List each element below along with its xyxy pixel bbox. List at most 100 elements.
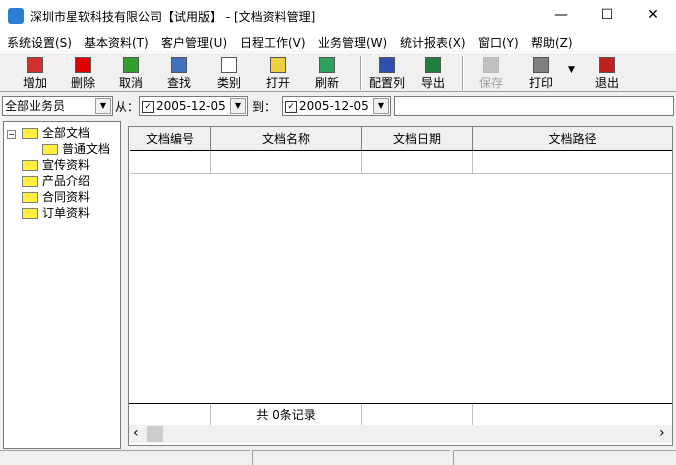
column-header-path[interactable]: 文档路径: [473, 127, 672, 151]
tree-label: 订单资料: [42, 206, 91, 220]
to-date-picker[interactable]: ✓ 2005-12-05 ▼: [282, 96, 391, 116]
toolbar-button-exit-door[interactable]: 退出: [584, 55, 630, 91]
collapse-icon[interactable]: −: [7, 130, 16, 139]
tree-label: 普通文档: [62, 142, 111, 156]
footer-cell: [362, 404, 473, 427]
to-date-value: 2005-12-05: [299, 99, 369, 113]
grid-cell[interactable]: [211, 151, 362, 174]
toolbar-button-category-tree[interactable]: 类别: [206, 55, 252, 91]
toolbar-label: 删除: [70, 76, 95, 90]
window-title: 深圳市星软科技有限公司【试用版】 - [文档资料管理]: [30, 10, 316, 24]
menu-customer[interactable]: 客户管理(U): [161, 34, 227, 51]
menu-basic[interactable]: 基本资料(T): [84, 34, 149, 51]
toolbar-button-refresh[interactable]: 刷新: [304, 55, 350, 91]
staff-select[interactable]: 全部业务员 ▼: [2, 96, 113, 116]
from-date-value: 2005-12-05: [156, 99, 226, 113]
title-bar: 深圳市星软科技有限公司【试用版】 - [文档资料管理] — ☐ ✕: [0, 0, 676, 31]
print-dropdown-icon[interactable]: ▼: [568, 65, 575, 75]
from-date-checkbox[interactable]: ✓: [142, 100, 154, 113]
grid-cell[interactable]: [362, 151, 473, 174]
toolbar-button-delete-x[interactable]: 删除: [60, 55, 106, 91]
menu-help[interactable]: 帮助(Z): [531, 34, 573, 51]
tree-label: 合同资料: [42, 190, 91, 204]
record-count: 共 0条记录: [211, 404, 362, 427]
tree-label: 宣传资料: [42, 158, 91, 172]
search-input[interactable]: [394, 96, 674, 116]
document-grid[interactable]: 文档编号 文档名称 文档日期 文档路径 共 0条记录 ‹ ›: [128, 126, 673, 446]
menu-bar: 系统设置(S) 基本资料(T) 客户管理(U) 日程工作(V) 业务管理(W) …: [0, 31, 676, 51]
grid-cell[interactable]: [130, 151, 211, 174]
toolbar-button-save: 保存: [468, 55, 514, 91]
toolbar-separator: [360, 56, 362, 90]
toolbar-button-printer[interactable]: 打印: [518, 55, 564, 91]
menu-business[interactable]: 业务管理(W): [318, 34, 387, 51]
tree-node-promo[interactable]: 宣传资料: [22, 156, 90, 173]
footer-cell: [130, 404, 211, 427]
maximize-button[interactable]: ☐: [584, 0, 630, 31]
toolbar-label: 类别: [216, 76, 241, 90]
dropdown-arrow-icon[interactable]: ▼: [95, 98, 111, 114]
grid-cell[interactable]: [473, 151, 672, 174]
menu-schedule[interactable]: 日程工作(V): [240, 34, 306, 51]
toolbar-label: 打开: [265, 76, 290, 90]
tree-node-all[interactable]: − 全部文档: [7, 124, 90, 141]
save-icon: [483, 57, 499, 73]
toolbar-button-add-doc[interactable]: 增加: [12, 55, 58, 91]
undo-icon: [123, 57, 139, 73]
tree-node-contract[interactable]: 合同资料: [22, 188, 90, 205]
printer-icon: [533, 57, 549, 73]
tree-node-product[interactable]: 产品介绍: [22, 172, 90, 189]
filter-bar: 全部业务员 ▼ 从： ✓ 2005-12-05 ▼ 到： ✓ 2005-12-05 ▼: [0, 94, 676, 118]
category-tree[interactable]: − 全部文档 普通文档 宣传资料 产品介绍 合同资料 订单资料: [3, 121, 121, 449]
tree-node-order[interactable]: 订单资料: [22, 204, 90, 221]
scroll-thumb[interactable]: [147, 426, 163, 442]
dropdown-arrow-icon[interactable]: ▼: [373, 98, 389, 114]
folder-icon: [22, 208, 38, 219]
toolbar-label: 配置列: [368, 76, 405, 90]
from-date-picker[interactable]: ✓ 2005-12-05 ▼: [139, 96, 248, 116]
toolbar: 增加 删除 取消 查找 类别 打开 刷新 配置列 导出 保存 打印 退出 ▼: [0, 52, 676, 92]
toolbar-label: 导出: [420, 76, 445, 90]
toolbar-button-excel-export[interactable]: 导出: [410, 55, 456, 91]
toolbar-button-search[interactable]: 查找: [156, 55, 202, 91]
folder-icon: [22, 176, 38, 187]
toolbar-button-open-folder[interactable]: 打开: [255, 55, 301, 91]
exit-door-icon: [599, 57, 615, 73]
scroll-left-icon[interactable]: ‹: [133, 425, 139, 441]
refresh-icon: [319, 57, 335, 73]
tree-label: 全部文档: [42, 126, 91, 140]
toolbar-button-undo[interactable]: 取消: [108, 55, 154, 91]
toolbar-label: 查找: [166, 76, 191, 90]
toolbar-label: 取消: [118, 76, 143, 90]
toolbar-button-grid-columns[interactable]: 配置列: [364, 55, 410, 91]
menu-reports[interactable]: 统计报表(X): [400, 34, 466, 51]
toolbar-label: 刷新: [314, 76, 339, 90]
grid-columns-icon: [379, 57, 395, 73]
menu-system[interactable]: 系统设置(S): [7, 34, 72, 51]
column-header-date[interactable]: 文档日期: [362, 127, 473, 151]
toolbar-label: 增加: [22, 76, 47, 90]
footer-cell: [473, 404, 672, 427]
horizontal-scrollbar[interactable]: ‹ ›: [129, 425, 672, 443]
toolbar-label: 打印: [528, 76, 553, 90]
column-header-name[interactable]: 文档名称: [211, 127, 362, 151]
minimize-button[interactable]: —: [538, 0, 584, 31]
add-doc-icon: [27, 57, 43, 73]
status-pane: [453, 450, 676, 465]
scroll-right-icon[interactable]: ›: [659, 425, 665, 441]
folder-icon: [22, 128, 38, 139]
category-tree-icon: [221, 57, 237, 73]
folder-icon: [42, 144, 58, 155]
column-header-id[interactable]: 文档编号: [130, 127, 211, 151]
open-folder-icon: [270, 57, 286, 73]
menu-window[interactable]: 窗口(Y): [478, 34, 519, 51]
search-icon: [171, 57, 187, 73]
app-icon: [8, 8, 24, 24]
from-label: 从：: [115, 100, 140, 114]
status-pane: [0, 450, 250, 465]
dropdown-arrow-icon[interactable]: ▼: [230, 98, 246, 114]
toolbar-label: 保存: [478, 76, 503, 90]
to-date-checkbox[interactable]: ✓: [285, 100, 297, 113]
close-button[interactable]: ✕: [630, 0, 676, 31]
tree-node-general[interactable]: 普通文档: [42, 140, 110, 157]
